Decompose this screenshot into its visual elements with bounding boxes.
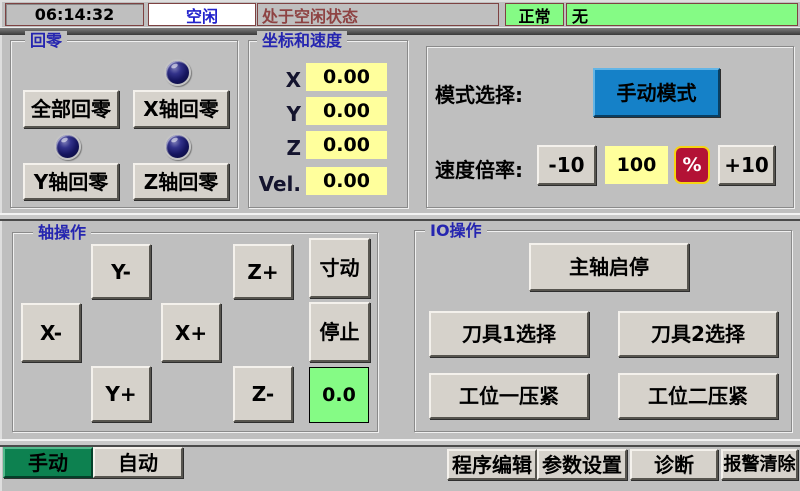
y-position-display: 0.00 xyxy=(306,97,387,125)
tool2-select-button[interactable]: 刀具2选择 xyxy=(618,311,778,357)
home-y-button[interactable]: Y轴回零 xyxy=(23,163,119,200)
z-position-display: 0.00 xyxy=(306,131,387,159)
manual-mode-tab[interactable]: 手动 xyxy=(3,447,93,478)
x-position-display: 0.00 xyxy=(306,63,387,91)
y-axis-label: Y xyxy=(249,102,301,126)
jog-x-minus-button[interactable]: X- xyxy=(21,303,81,362)
alarm-clear-button[interactable]: 报警清除 xyxy=(721,449,798,480)
home-panel: 回零 全部回零 X轴回零 Y轴回零 Z轴回零 xyxy=(10,40,238,208)
velocity-label: Vel. xyxy=(249,172,301,196)
mode-panel: 模式选择: 手动模式 速度倍率: -10 100 % +10 xyxy=(426,46,794,208)
y-home-led-indicator xyxy=(54,133,81,160)
jog-z-plus-button[interactable]: Z+ xyxy=(233,244,293,299)
override-minus-button[interactable]: -10 xyxy=(537,145,596,185)
jog-y-plus-button[interactable]: Y+ xyxy=(91,366,151,422)
station2-clamp-button[interactable]: 工位二压紧 xyxy=(618,373,778,419)
param-setting-button[interactable]: 参数设置 xyxy=(537,449,627,480)
stop-button[interactable]: 停止 xyxy=(309,302,370,362)
override-plus-button[interactable]: +10 xyxy=(718,145,775,185)
spindle-start-stop-button[interactable]: 主轴启停 xyxy=(529,243,689,291)
alarm-state-display: 正常 xyxy=(505,3,564,26)
percent-sign-badge: % xyxy=(674,146,710,184)
program-edit-button[interactable]: 程序编辑 xyxy=(447,449,537,480)
tool1-select-button[interactable]: 刀具1选择 xyxy=(429,311,589,357)
hmi-screen: 06:14:32 空闲 处于空闲状态 正常 无 回零 全部回零 X轴回零 Y轴回… xyxy=(0,0,800,491)
coordinates-panel: 坐标和速度 X 0.00 Y 0.00 Z 0.00 Vel. 0.00 xyxy=(248,40,408,208)
alarm-message-display: 无 xyxy=(566,3,798,26)
override-value-field[interactable]: 100 xyxy=(605,146,668,184)
velocity-display: 0.00 xyxy=(306,167,387,195)
station1-clamp-button[interactable]: 工位一压紧 xyxy=(429,373,589,419)
home-all-button[interactable]: 全部回零 xyxy=(23,90,119,128)
home-z-button[interactable]: Z轴回零 xyxy=(133,163,229,200)
machine-status-text: 处于空闲状态 xyxy=(257,3,499,26)
coordinates-panel-title: 坐标和速度 xyxy=(257,31,347,50)
home-panel-title: 回零 xyxy=(25,31,67,50)
bottom-divider xyxy=(0,439,800,447)
jog-y-minus-button[interactable]: Y- xyxy=(91,244,151,299)
speed-override-label: 速度倍率: xyxy=(435,154,523,183)
axis-panel-title: 轴操作 xyxy=(33,223,91,242)
mode-select-button[interactable]: 手动模式 xyxy=(593,68,720,117)
middle-divider xyxy=(0,213,800,221)
clock-display: 06:14:32 xyxy=(5,3,144,26)
diagnosis-button[interactable]: 诊断 xyxy=(630,449,718,480)
auto-mode-tab[interactable]: 自动 xyxy=(93,447,183,478)
jog-z-minus-button[interactable]: Z- xyxy=(233,366,293,422)
axis-panel: 轴操作 Y- Z+ 寸动 X- X+ 停止 Y+ Z- 0.0 xyxy=(12,232,378,432)
mode-select-label: 模式选择: xyxy=(435,79,523,108)
io-panel: IO操作 主轴启停 刀具1选择 刀具2选择 工位一压紧 工位二压紧 xyxy=(414,230,792,432)
machine-mode-display: 空闲 xyxy=(148,3,256,26)
io-panel-title: IO操作 xyxy=(425,221,487,240)
top-divider xyxy=(0,27,800,35)
z-axis-label: Z xyxy=(249,136,301,160)
home-x-button[interactable]: X轴回零 xyxy=(133,90,229,128)
jog-x-plus-button[interactable]: X+ xyxy=(161,303,221,362)
jog-step-value-field[interactable]: 0.0 xyxy=(309,367,369,423)
jog-mode-button[interactable]: 寸动 xyxy=(309,238,370,298)
x-home-led-indicator xyxy=(164,59,191,86)
z-home-led-indicator xyxy=(164,133,191,160)
x-axis-label: X xyxy=(249,68,301,92)
